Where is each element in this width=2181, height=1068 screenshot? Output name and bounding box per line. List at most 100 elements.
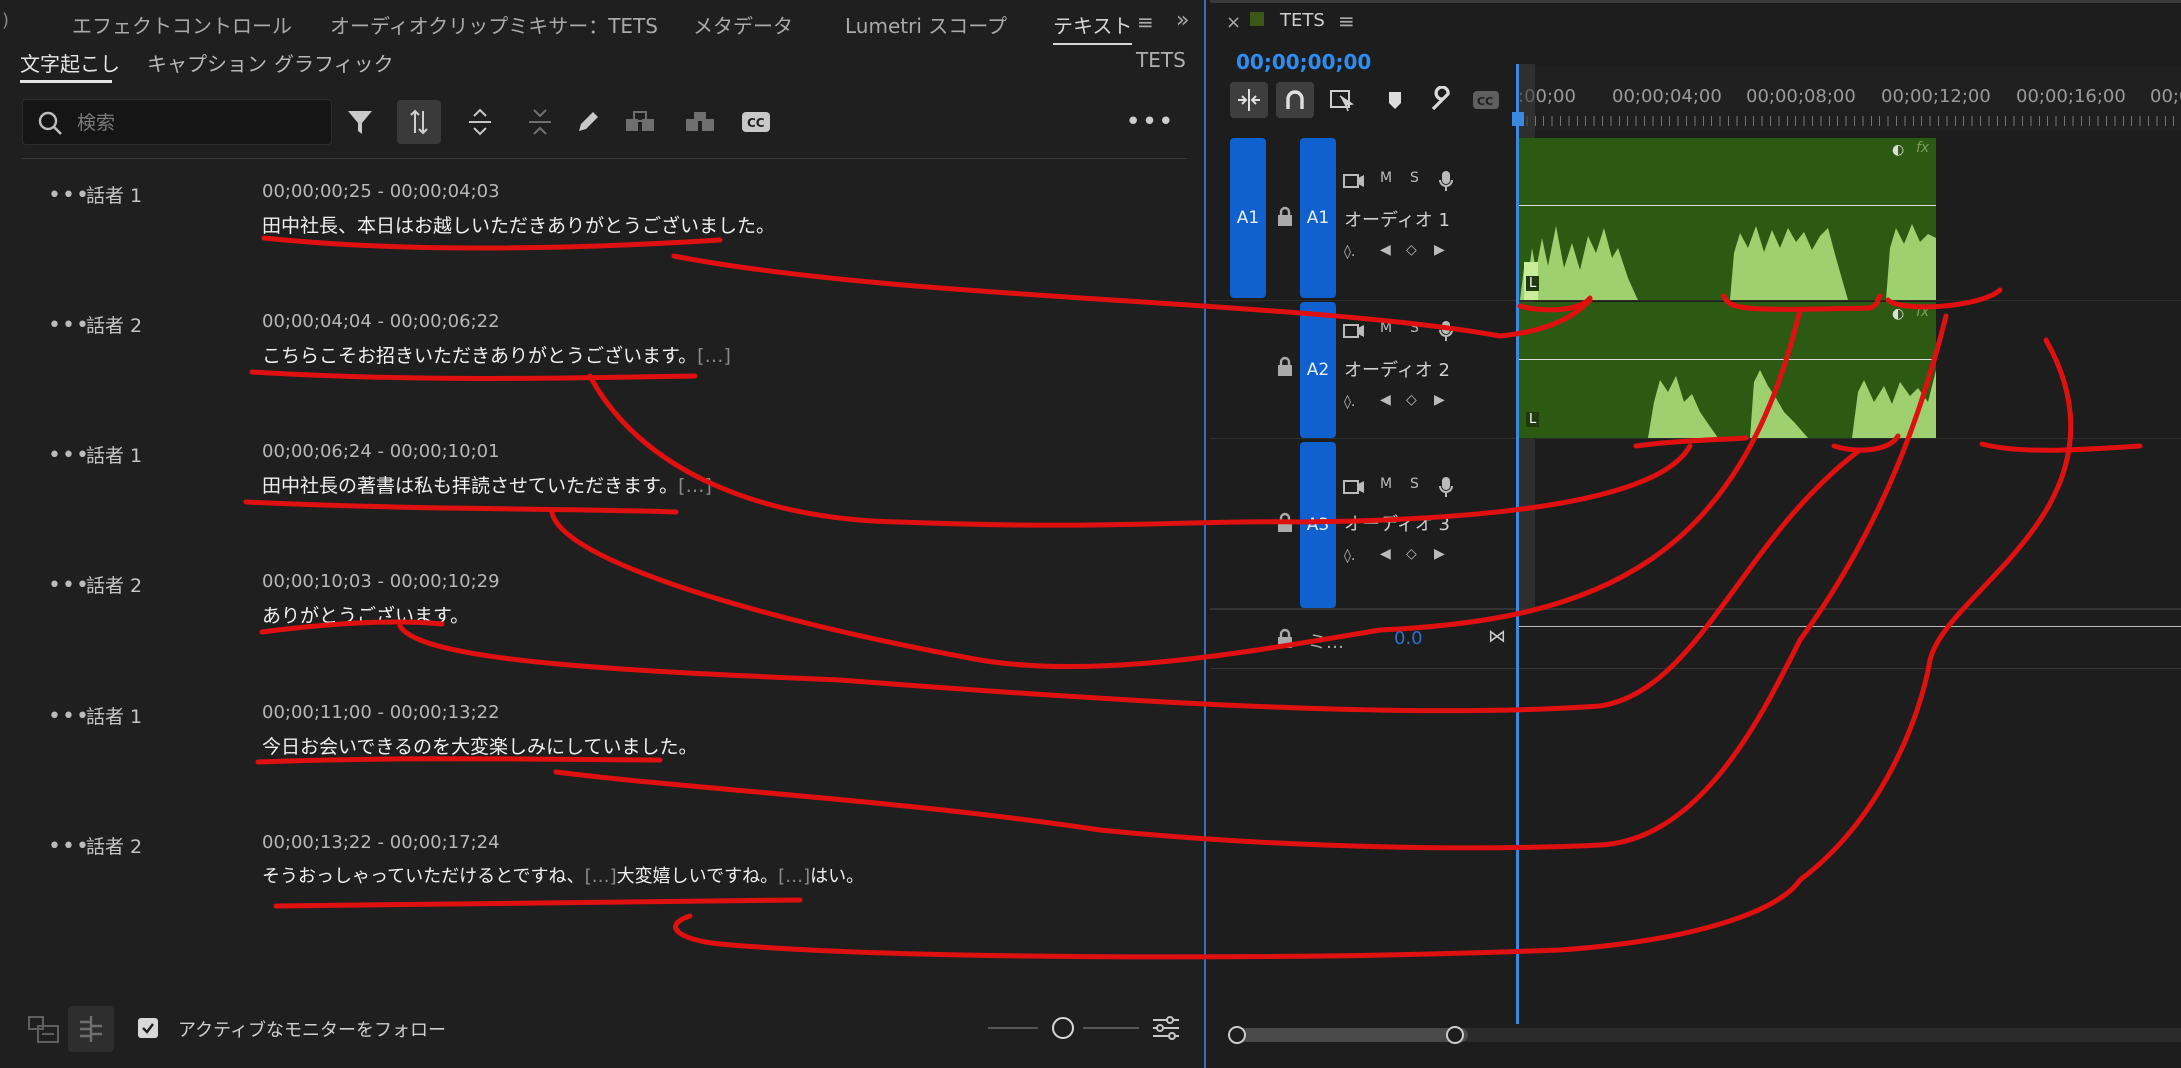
next-keyframe-icon[interactable]: ▶ — [1434, 546, 1445, 562]
keyframe-menu-icon[interactable]: ◊. — [1344, 548, 1355, 564]
tab-effect-controls[interactable]: エフェクトコントロール — [72, 10, 292, 39]
transcript-entry[interactable]: ••• 話者 1 00;00;00;25 - 00;00;04;03 田中社長、… — [0, 175, 1190, 305]
filter-button[interactable] — [338, 100, 382, 144]
playhead[interactable] — [1516, 64, 1519, 1024]
microphone-icon[interactable] — [1438, 320, 1454, 342]
lock-icon[interactable] — [1276, 512, 1294, 534]
track-name[interactable]: オーディオ 1 — [1344, 206, 1450, 232]
transcript-entry[interactable]: ••• 話者 2 00;00;13;22 - 00;00;17;24 そうおっし… — [0, 826, 1190, 956]
scroll-handle-left[interactable] — [1228, 1026, 1246, 1044]
solo-button[interactable]: S — [1410, 320, 1419, 336]
track-name[interactable]: オーディオ 3 — [1344, 510, 1450, 536]
keyframe-menu-icon[interactable]: ◊. — [1344, 394, 1355, 410]
speaker-name[interactable]: 話者 2 — [86, 571, 142, 598]
panel-menu-icon[interactable]: ≡ — [1137, 10, 1154, 34]
mute-button[interactable]: M — [1380, 170, 1392, 186]
follow-monitor-checkbox[interactable] — [138, 1018, 158, 1038]
subtab-graphics[interactable]: グラフィック — [274, 48, 394, 77]
speaker-menu-icon[interactable]: ••• — [48, 443, 90, 468]
tab-audio-clip-mixer[interactable]: オーディオクリップミキサー：TETS — [330, 10, 658, 39]
tab-scroll-left-icon[interactable]: ) — [2, 10, 9, 31]
prev-keyframe-icon[interactable]: ◀ — [1380, 546, 1391, 562]
track-target-a1[interactable]: A1 — [1300, 138, 1336, 298]
sequence-menu-icon[interactable]: ≡ — [1338, 9, 1355, 33]
more-options-button[interactable]: ••• — [1126, 100, 1174, 144]
add-keyframe-icon[interactable]: ◇ — [1406, 392, 1417, 408]
linked-selection-button[interactable] — [1328, 86, 1356, 118]
speaker-menu-icon[interactable]: ••• — [48, 313, 90, 338]
microphone-icon[interactable] — [1438, 170, 1454, 192]
segment-text[interactable]: 田中社長、本日はお越しいただきありがとうございました。 — [262, 211, 775, 238]
close-sequence-icon[interactable]: × — [1226, 12, 1241, 33]
next-keyframe-icon[interactable]: ▶ — [1434, 392, 1445, 408]
playhead-timecode[interactable]: 00;00;00;00 — [1236, 50, 1371, 74]
caption-settings-button[interactable] — [1150, 1012, 1182, 1048]
merge-segments-button[interactable] — [518, 100, 562, 144]
insert-clip-button[interactable] — [618, 100, 662, 144]
track-target-a2[interactable]: A2 — [1300, 302, 1336, 438]
nest-toggle-button[interactable] — [1230, 82, 1268, 118]
search-input[interactable] — [75, 107, 319, 139]
tab-text[interactable]: テキスト — [1053, 10, 1133, 45]
lock-icon[interactable] — [1276, 356, 1294, 378]
lock-icon[interactable] — [1276, 206, 1294, 228]
track-target-a3[interactable]: A3 — [1300, 442, 1336, 608]
captions-track-button[interactable]: CC — [1472, 88, 1500, 116]
segment-text[interactable]: 田中社長の著書は私も拝読させていただきます。[…] — [262, 471, 712, 498]
tab-lumetri-scopes[interactable]: Lumetri スコープ — [845, 10, 1007, 39]
speaker-menu-icon[interactable]: ••• — [48, 834, 90, 859]
transcript-entry[interactable]: ••• 話者 1 00;00;06;24 - 00;00;10;01 田中社長の… — [0, 435, 1190, 565]
timeline-scrollbar-thumb[interactable] — [1236, 1028, 1468, 1042]
snap-button[interactable] — [1276, 82, 1314, 118]
add-keyframe-icon[interactable]: ◇ — [1406, 546, 1417, 562]
tab-metadata[interactable]: メタデータ — [693, 10, 793, 39]
subtab-transcript[interactable]: 文字起こし — [20, 48, 120, 77]
keyframe-menu-icon[interactable]: ◊. — [1344, 244, 1355, 260]
overwrite-clip-button[interactable] — [678, 100, 722, 144]
subtab-captions[interactable]: キャプション — [147, 48, 267, 77]
speaker-name[interactable]: 話者 1 — [86, 441, 142, 468]
mix-pan-icon[interactable]: ⋈ — [1488, 626, 1506, 647]
scroll-handle-right[interactable] — [1446, 1026, 1464, 1044]
add-marker-button[interactable] — [1384, 88, 1406, 116]
transcript-entry[interactable]: ••• 話者 2 00;00;04;04 - 00;00;06;22 こちらこそ… — [0, 305, 1190, 435]
search-box[interactable] — [22, 99, 332, 145]
expand-segments-button[interactable] — [458, 100, 502, 144]
speaker-menu-icon[interactable]: ••• — [48, 183, 90, 208]
import-captions-button[interactable] — [26, 1012, 62, 1052]
playhead-handle[interactable] — [1512, 112, 1524, 126]
microphone-icon[interactable] — [1438, 476, 1454, 498]
timeline-settings-button[interactable] — [1428, 85, 1456, 118]
segment-text[interactable]: 今日お会いできるのを大変楽しみにしていました。 — [262, 732, 697, 759]
lock-icon[interactable] — [1276, 628, 1294, 650]
audio-clip-a2[interactable]: L ◐ fx — [1518, 302, 1936, 438]
speaker-menu-icon[interactable]: ••• — [48, 573, 90, 598]
track-name[interactable]: オーディオ 2 — [1344, 356, 1450, 382]
solo-button[interactable]: S — [1410, 170, 1419, 186]
expand-panels-icon[interactable]: » — [1176, 8, 1189, 33]
segment-text[interactable]: こちらこそお招きいただきありがとうございます。[…] — [262, 341, 731, 368]
mix-track-label[interactable]: ミ… — [1308, 628, 1344, 654]
speaker-view-button[interactable] — [68, 1006, 114, 1052]
mute-button[interactable]: M — [1380, 476, 1392, 492]
speaker-name[interactable]: 話者 2 — [86, 832, 142, 859]
add-keyframe-icon[interactable]: ◇ — [1406, 242, 1417, 258]
speaker-name[interactable]: 話者 2 — [86, 311, 142, 338]
zoom-slider-handle[interactable] — [1052, 1017, 1074, 1039]
mute-button[interactable]: M — [1380, 320, 1392, 336]
audio-clip-a1[interactable]: L ◐ fx — [1518, 138, 1936, 300]
prev-keyframe-icon[interactable]: ◀ — [1380, 242, 1391, 258]
speaker-name[interactable]: 話者 1 — [86, 181, 142, 208]
transcript-entry[interactable]: ••• 話者 2 00;00;10;03 - 00;00;10;29 ありがとう… — [0, 565, 1190, 695]
sync-lock-icon[interactable] — [1342, 172, 1366, 190]
segment-text[interactable]: ありがとうございます。 — [262, 601, 469, 628]
edit-button[interactable] — [566, 100, 610, 144]
source-patch-a1[interactable]: A1 — [1230, 138, 1266, 298]
next-keyframe-icon[interactable]: ▶ — [1434, 242, 1445, 258]
mix-volume-value[interactable]: 0.0 — [1394, 628, 1423, 649]
sequence-tab-title[interactable]: TETS — [1280, 10, 1325, 31]
transcript-entry[interactable]: ••• 話者 1 00;00;11;00 - 00;00;13;22 今日お会い… — [0, 696, 1190, 826]
prev-keyframe-icon[interactable]: ◀ — [1380, 392, 1391, 408]
sync-lock-icon[interactable] — [1342, 478, 1366, 496]
solo-button[interactable]: S — [1410, 476, 1419, 492]
